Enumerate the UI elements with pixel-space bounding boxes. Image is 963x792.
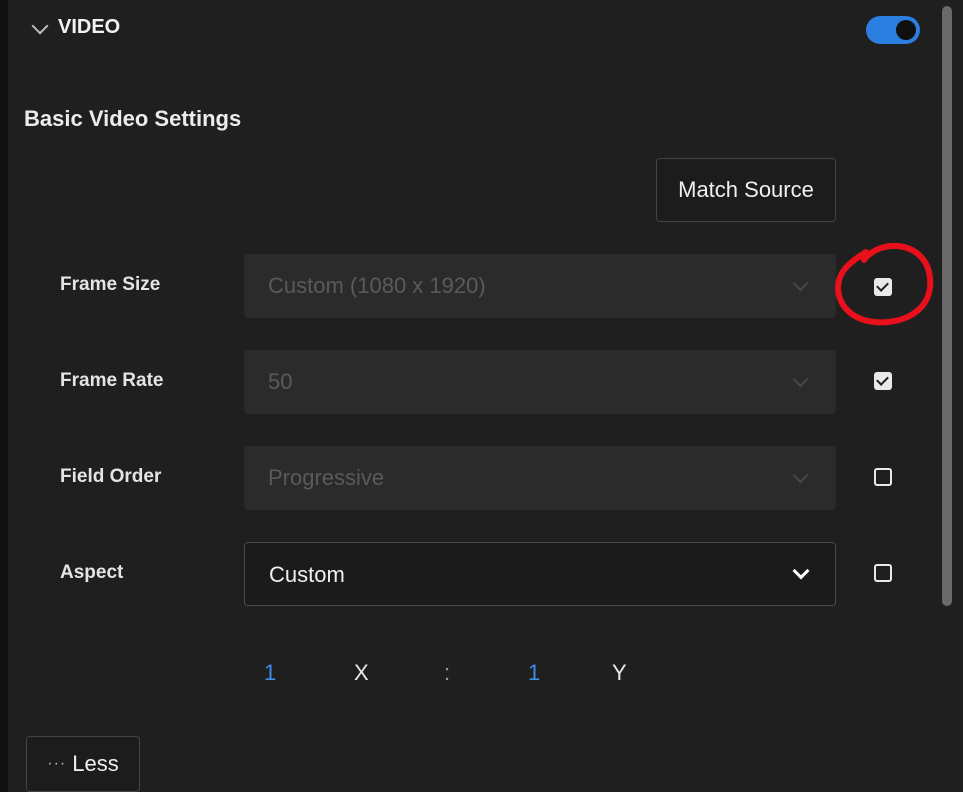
dropdown-caret-icon	[792, 371, 809, 388]
frame-rate-checkbox[interactable]	[874, 372, 892, 390]
aspect-separator: :	[444, 660, 451, 685]
video-settings-panel: VIDEO Basic Video Settings Match Source …	[8, 6, 952, 792]
aspect-select[interactable]: Custom	[244, 542, 836, 606]
aspect-label: Aspect	[60, 562, 124, 583]
match-source-button[interactable]: Match Source	[656, 158, 836, 222]
more-dots-icon: ···	[47, 755, 67, 772]
aspect-value: Custom	[269, 562, 345, 587]
vertical-scrollbar[interactable]	[942, 6, 952, 606]
basic-video-settings-heading: Basic Video Settings	[24, 106, 242, 131]
frame-size-value: Custom (1080 x 1920)	[268, 273, 486, 298]
toggle-knob	[896, 20, 916, 40]
chevron-down-icon[interactable]	[31, 17, 49, 35]
video-enable-toggle[interactable]	[866, 16, 920, 44]
field-order-checkbox[interactable]	[874, 468, 892, 486]
less-button[interactable]: ··· Less	[26, 736, 140, 792]
frame-rate-value: 50	[268, 369, 293, 394]
field-order-label: Field Order	[60, 466, 162, 487]
dropdown-caret-icon	[792, 562, 810, 580]
aspect-checkbox[interactable]	[874, 564, 892, 582]
dropdown-caret-icon	[792, 467, 809, 484]
frame-size-label: Frame Size	[60, 274, 161, 295]
section-header[interactable]: VIDEO	[8, 6, 926, 56]
aspect-y-value[interactable]: 1	[528, 658, 540, 688]
dropdown-caret-icon	[792, 275, 809, 292]
aspect-x-label: X	[354, 660, 369, 685]
aspect-y-label: Y	[612, 660, 627, 685]
frame-edge	[0, 0, 8, 792]
less-button-label: Less	[72, 751, 119, 776]
frame-rate-label: Frame Rate	[60, 370, 164, 391]
app-frame: VIDEO Basic Video Settings Match Source …	[0, 0, 963, 792]
section-title: VIDEO	[58, 16, 121, 38]
frame-size-checkbox[interactable]	[874, 278, 892, 296]
aspect-x-value[interactable]: 1	[264, 658, 276, 688]
frame-size-select: Custom (1080 x 1920)	[244, 254, 836, 318]
field-order-select: Progressive	[244, 446, 836, 510]
frame-rate-select: 50	[244, 350, 836, 414]
field-order-value: Progressive	[268, 465, 385, 490]
